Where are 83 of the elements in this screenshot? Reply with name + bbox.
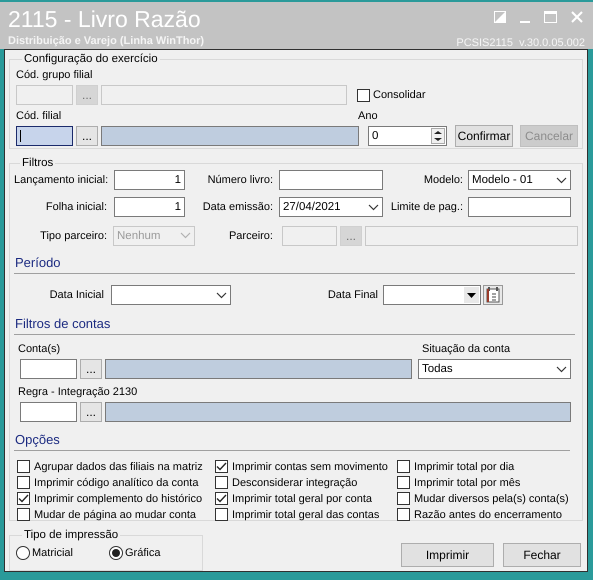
checkbox-label: Desconsiderar integração bbox=[232, 476, 358, 488]
chevron-down-icon bbox=[556, 366, 567, 372]
checkbox-label: Imprimir total por mês bbox=[414, 476, 520, 488]
field-label: Parceiro: bbox=[228, 230, 273, 242]
field-label: Situação da conta bbox=[422, 343, 510, 355]
checkbox[interactable] bbox=[397, 508, 410, 521]
checkbox-label: Imprimir complemento do histórico bbox=[34, 492, 202, 504]
checkbox[interactable] bbox=[17, 476, 30, 489]
action-button[interactable]: Imprimir bbox=[401, 543, 494, 567]
dropdown[interactable]: Modelo - 01 bbox=[468, 170, 571, 190]
field-label: Data Inicial bbox=[48, 289, 104, 301]
calendar-icon[interactable] bbox=[483, 285, 503, 305]
checkbox[interactable] bbox=[357, 88, 370, 102]
text-field[interactable] bbox=[468, 197, 571, 217]
number-field[interactable]: 1 bbox=[114, 170, 185, 190]
checkbox-label: Consolidar bbox=[373, 89, 427, 101]
radio-label: Gráfica bbox=[125, 547, 160, 559]
group-title: Configuração do exercício bbox=[23, 53, 159, 65]
field-label: Ano bbox=[358, 110, 378, 122]
checkbox-label: Imprimir código analítico da conta bbox=[34, 476, 198, 488]
section-title: Opções bbox=[15, 430, 61, 448]
checkbox[interactable] bbox=[215, 460, 228, 473]
group-title: Filtros bbox=[21, 157, 54, 169]
code-field[interactable] bbox=[20, 359, 77, 379]
radio-button[interactable] bbox=[109, 546, 123, 560]
field-label: Número livro: bbox=[206, 174, 273, 186]
field-label: Folha inicial: bbox=[44, 201, 107, 213]
checkbox-label: Imprimir total geral das contas bbox=[232, 508, 380, 520]
checkbox-label: Imprimir contas sem movimento bbox=[232, 460, 388, 472]
checkbox-label: Imprimir total geral por conta bbox=[232, 492, 372, 504]
window-title: 2115 - Livro Razão bbox=[8, 6, 202, 32]
checkbox[interactable] bbox=[397, 476, 410, 489]
field-label: Data emissão: bbox=[202, 201, 273, 213]
section-title: Período bbox=[15, 254, 62, 271]
spinner-arrows-icon[interactable] bbox=[431, 128, 445, 144]
chevron-down-icon bbox=[216, 292, 227, 298]
checkbox-label: Razão antes do encerramento bbox=[414, 508, 562, 520]
dropdown[interactable]: 27/04/2021 bbox=[279, 197, 383, 217]
field-label: Conta(s) bbox=[18, 343, 62, 355]
chevron-down-icon bbox=[556, 176, 567, 184]
dropdown[interactable]: Todas bbox=[418, 359, 571, 379]
checkbox-label: Imprimir total por dia bbox=[414, 460, 514, 472]
field-label: Regra - Integração 2130 bbox=[18, 386, 138, 398]
checkmark-icon bbox=[18, 494, 29, 503]
lookup-button[interactable]: ... bbox=[80, 359, 102, 379]
date-field[interactable] bbox=[383, 285, 481, 305]
checkbox-label: Mudar diversos pela(s) conta(s) bbox=[414, 492, 569, 504]
chevron-down-icon bbox=[180, 232, 191, 239]
code-field[interactable] bbox=[16, 126, 73, 146]
field-label: Modelo: bbox=[422, 174, 463, 186]
code-field[interactable] bbox=[20, 402, 77, 422]
section-title: Filtros de contas bbox=[15, 314, 112, 332]
checkbox[interactable] bbox=[17, 492, 30, 505]
text-field[interactable] bbox=[279, 170, 383, 190]
spinner-field[interactable]: 0 bbox=[368, 126, 447, 146]
number-field[interactable]: 1 bbox=[114, 197, 185, 217]
field-label: Limite de pag.: bbox=[390, 201, 463, 213]
checkbox[interactable] bbox=[397, 492, 410, 505]
checkbox[interactable] bbox=[17, 460, 30, 473]
checkbox-label: Mudar de página ao mudar conta bbox=[34, 508, 196, 520]
action-button[interactable]: Confirmar bbox=[455, 125, 513, 147]
checkmark-icon bbox=[216, 462, 227, 471]
radio-label: Matricial bbox=[32, 547, 73, 559]
dropdown[interactable] bbox=[111, 285, 231, 305]
field-label: Cód. filial bbox=[16, 110, 62, 122]
text-cursor-icon bbox=[20, 130, 21, 142]
checkbox[interactable] bbox=[215, 476, 228, 489]
checkbox-label: Agrupar dados das filiais na matriz bbox=[34, 460, 203, 472]
checkbox[interactable] bbox=[397, 460, 410, 473]
checkbox[interactable] bbox=[17, 508, 30, 521]
radio-button[interactable] bbox=[16, 546, 30, 560]
checkbox[interactable] bbox=[215, 492, 228, 505]
field-label: Cód. grupo filial bbox=[16, 69, 92, 81]
field-label: Lançamento inicial: bbox=[14, 174, 107, 186]
checkbox[interactable] bbox=[215, 508, 228, 521]
checkmark-icon bbox=[216, 494, 227, 503]
group-title: Tipo de impressão bbox=[23, 529, 120, 541]
field-label: Data Final bbox=[326, 289, 378, 301]
field-label: Tipo parceiro: bbox=[39, 230, 107, 242]
lookup-button[interactable]: ... bbox=[76, 126, 98, 146]
action-button[interactable]: Fechar bbox=[503, 543, 581, 567]
chevron-down-icon bbox=[368, 204, 379, 210]
lookup-button[interactable]: ... bbox=[80, 402, 102, 422]
